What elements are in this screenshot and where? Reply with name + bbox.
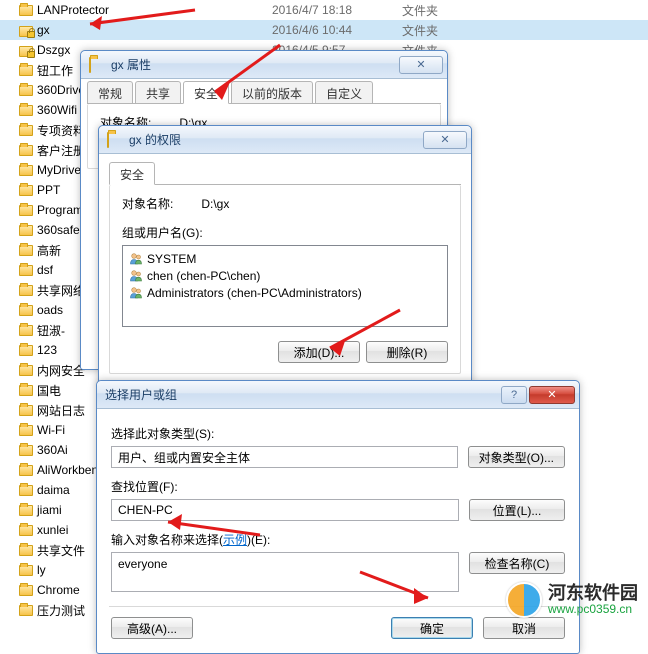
folder-icon: [19, 405, 37, 416]
folder-icon: [19, 165, 37, 176]
folder-icon: [107, 133, 123, 146]
file-type: 文件夹: [402, 22, 482, 39]
remove-button[interactable]: 删除(R): [366, 341, 448, 363]
tab-0[interactable]: 常规: [87, 81, 133, 103]
folder-icon: [19, 85, 37, 96]
user-name: chen (chen-PC\chen): [147, 269, 260, 283]
users-listbox[interactable]: SYSTEM chen (chen-PC\chen) Administrators …: [122, 245, 448, 327]
folder-icon: [19, 325, 37, 336]
object-types-button[interactable]: 对象类型(O)...: [468, 446, 565, 468]
object-names-input[interactable]: everyone: [111, 552, 459, 592]
tab-1[interactable]: 共享: [135, 81, 181, 103]
tab-3[interactable]: 以前的版本: [231, 81, 313, 103]
close-button[interactable]: ✕: [399, 56, 443, 74]
folder-icon: [89, 58, 105, 71]
locked-folder-icon: [19, 43, 37, 57]
object-type-label: 选择此对象类型(S):: [111, 425, 565, 442]
dialog-title: gx 的权限: [129, 131, 421, 148]
folder-icon: [19, 125, 37, 136]
location-label: 查找位置(F):: [111, 478, 565, 495]
permissions-dialog: gx 的权限 ✕ 安全 对象名称: D:\gx 组或用户名(G): SYSTEM…: [98, 125, 472, 385]
dialog-title: gx 属性: [111, 56, 397, 73]
users-icon: [129, 269, 143, 283]
titlebar[interactable]: gx 的权限 ✕: [99, 126, 471, 154]
location-field: CHEN-PC: [111, 499, 459, 521]
folder-icon: [19, 585, 37, 596]
folder-icon: [19, 445, 37, 456]
user-name: Administrators (chen-PC\Administrators): [147, 286, 362, 300]
folder-icon: [19, 505, 37, 516]
folder-icon: [19, 245, 37, 256]
folder-icon: [19, 485, 37, 496]
select-user-dialog: 选择用户或组 ? ✕ 选择此对象类型(S): 用户、组或内置安全主体 对象类型(…: [96, 380, 580, 654]
user-name: SYSTEM: [147, 252, 196, 266]
folder-icon: [19, 145, 37, 156]
titlebar[interactable]: gx 属性 ✕: [81, 51, 447, 79]
tab-4[interactable]: 自定义: [315, 81, 373, 103]
folder-icon: [19, 365, 37, 376]
user-list-item[interactable]: Administrators (chen-PC\Administrators): [129, 284, 441, 301]
close-button[interactable]: ✕: [529, 386, 575, 404]
file-type: 文件夹: [402, 2, 482, 19]
object-name-label: 对象名称:: [122, 195, 173, 212]
folder-icon: [19, 465, 37, 476]
group-users-label: 组或用户名(G):: [122, 224, 448, 241]
check-names-button[interactable]: 检查名称(C): [469, 552, 565, 574]
object-name-value: D:\gx: [201, 197, 229, 211]
user-list-item[interactable]: chen (chen-PC\chen): [129, 267, 441, 284]
file-row[interactable]: gx2016/4/6 10:44文件夹: [0, 20, 648, 40]
users-icon: [129, 252, 143, 266]
titlebar[interactable]: 选择用户或组 ? ✕: [97, 381, 579, 409]
folder-icon: [19, 185, 37, 196]
folder-icon: [19, 425, 37, 436]
dialog-title: 选择用户或组: [105, 386, 499, 403]
locked-folder-icon: [19, 23, 37, 37]
help-button[interactable]: ?: [501, 386, 527, 404]
enter-names-label: 输入对象名称来选择(示例)(E):: [111, 531, 565, 548]
file-row[interactable]: LANProtector2016/4/7 18:18文件夹: [0, 0, 648, 20]
example-link[interactable]: 示例: [223, 533, 247, 547]
folder-icon: [19, 565, 37, 576]
folder-icon: [19, 205, 37, 216]
locations-button[interactable]: 位置(L)...: [469, 499, 565, 521]
folder-icon: [19, 605, 37, 616]
folder-icon: [19, 5, 37, 16]
folder-icon: [19, 65, 37, 76]
file-date: 2016/4/6 10:44: [272, 23, 402, 37]
file-name: LANProtector: [37, 3, 272, 17]
close-button[interactable]: ✕: [423, 131, 467, 149]
file-date: 2016/4/7 18:18: [272, 3, 402, 17]
folder-icon: [19, 285, 37, 296]
folder-icon: [19, 385, 37, 396]
folder-icon: [19, 265, 37, 276]
folder-icon: [19, 225, 37, 236]
tab-2[interactable]: 安全: [183, 81, 229, 104]
tab-security[interactable]: 安全: [109, 162, 155, 185]
folder-icon: [19, 545, 37, 556]
folder-icon: [19, 525, 37, 536]
file-name: gx: [37, 23, 272, 37]
users-icon: [129, 286, 143, 300]
folder-icon: [19, 105, 37, 116]
user-list-item[interactable]: SYSTEM: [129, 250, 441, 267]
add-button[interactable]: 添加(D)...: [278, 341, 360, 363]
tabs: 常规共享安全以前的版本自定义: [87, 81, 441, 104]
folder-icon: [19, 345, 37, 356]
folder-icon: [19, 305, 37, 316]
object-type-field: 用户、组或内置安全主体: [111, 446, 458, 468]
